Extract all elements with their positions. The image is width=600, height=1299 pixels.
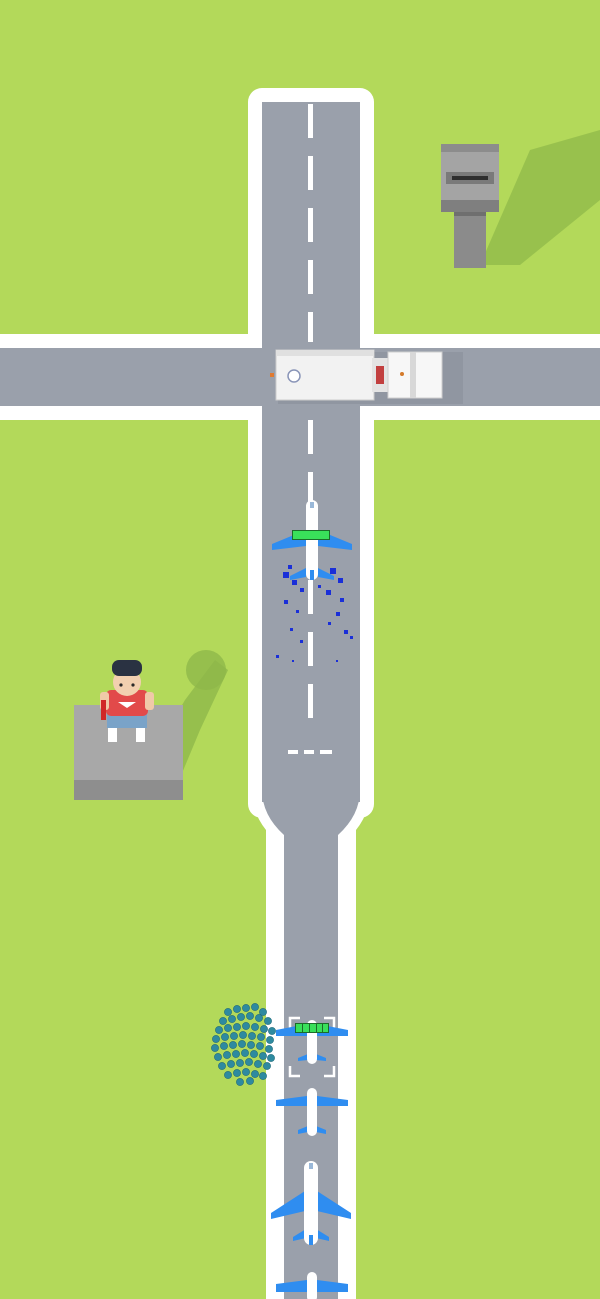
queued-plane-health-bar [295,1023,329,1033]
runway-threshold-marking [288,750,332,754]
truck-icon[interactable] [270,349,463,404]
plane-health-bar [292,530,330,540]
game-scene[interactable] [0,0,600,1299]
